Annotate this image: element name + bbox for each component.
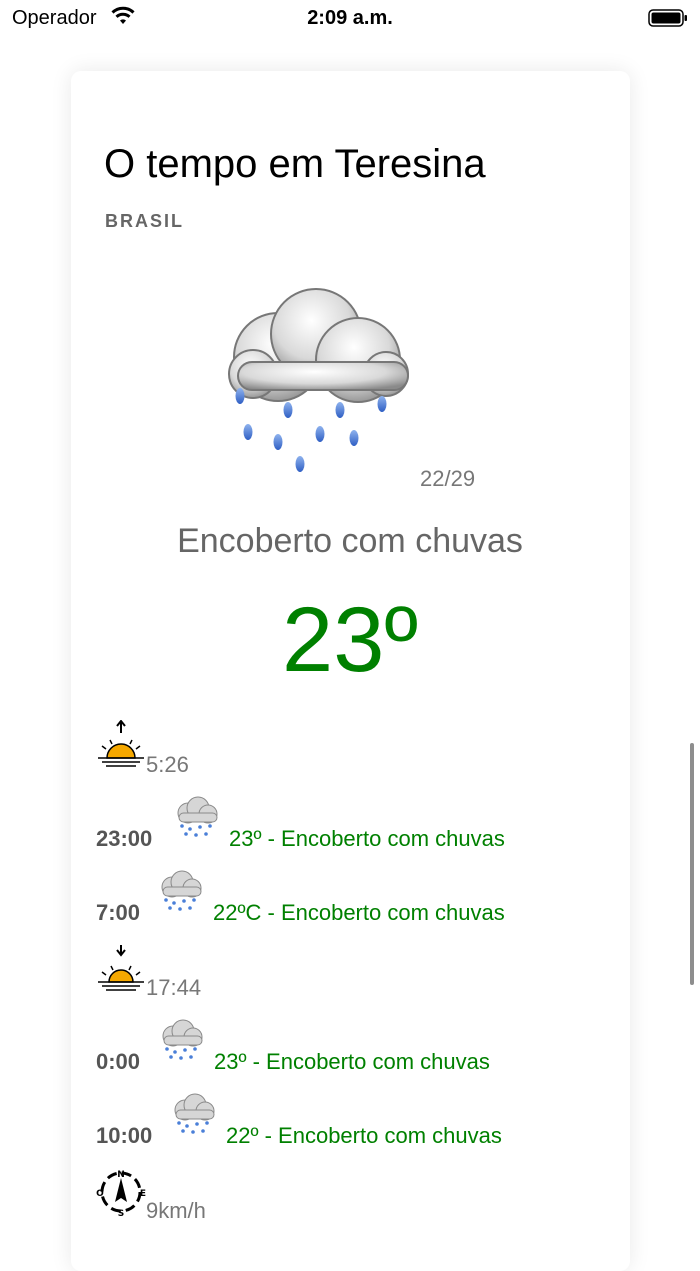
svg-text:S: S bbox=[118, 1209, 124, 1218]
sunset-icon bbox=[98, 945, 144, 991]
forecast-text: 22ºC - Encoberto com chuvas bbox=[213, 900, 505, 925]
forecast-hour: 23:00 bbox=[96, 826, 153, 851]
sunrise-icon bbox=[98, 720, 144, 767]
rain-cloud-icon bbox=[162, 1019, 203, 1060]
min-max-temperature: 22/29 bbox=[420, 466, 476, 491]
battery-icon bbox=[648, 8, 688, 33]
svg-text:O: O bbox=[96, 1189, 104, 1199]
forecast-hour: 0:00 bbox=[96, 1049, 141, 1074]
page-title: O tempo em Teresina bbox=[104, 142, 486, 186]
sunset-time: 17:44 bbox=[146, 975, 202, 1000]
forecast-text: 23º - Encoberto com chuvas bbox=[214, 1049, 490, 1074]
current-condition: Encoberto com chuvas bbox=[177, 522, 523, 560]
status-bar: Operador 2:09 a.m. bbox=[0, 0, 700, 36]
compass-icon: N O E S bbox=[96, 1170, 146, 1218]
forecast-hour: 10:00 bbox=[96, 1123, 153, 1148]
rain-cloud-icon bbox=[174, 1093, 215, 1134]
rain-cloud-icon bbox=[177, 796, 218, 837]
status-time: 2:09 a.m. bbox=[307, 7, 393, 29]
sunrise-time: 5:26 bbox=[146, 752, 189, 777]
country-label: BRASIL bbox=[105, 211, 184, 231]
current-temperature: 23º bbox=[282, 589, 418, 691]
svg-text:N: N bbox=[117, 1170, 125, 1180]
rain-cloud-icon bbox=[228, 288, 409, 472]
wind-speed: 9km/h bbox=[146, 1198, 206, 1223]
scrollbar[interactable] bbox=[690, 743, 694, 985]
forecast-hour: 7:00 bbox=[96, 900, 141, 925]
rain-cloud-icon bbox=[161, 870, 202, 911]
forecast-text: 23º - Encoberto com chuvas bbox=[229, 826, 505, 851]
forecast-text: 22º - Encoberto com chuvas bbox=[226, 1123, 502, 1148]
